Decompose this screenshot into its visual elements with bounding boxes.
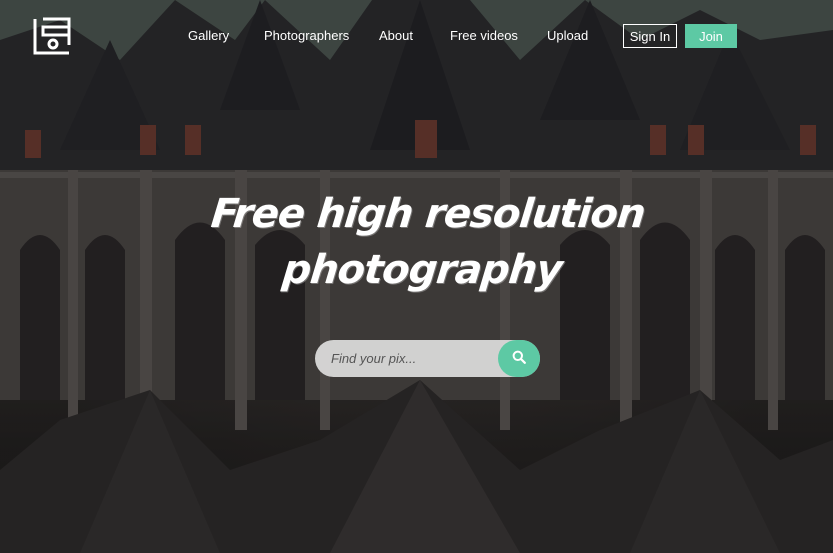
hero-headline-line-1: Free high resolution (208, 191, 647, 237)
site-header: Gallery Photographers About Free videos … (0, 0, 833, 72)
search-icon (512, 350, 526, 367)
sign-in-button[interactable]: Sign In (623, 24, 677, 48)
nav-gallery-link[interactable]: Gallery (188, 28, 229, 43)
hero-headline: Free high resolution photography (194, 186, 656, 298)
search-button[interactable] (498, 340, 540, 377)
nav-free-videos-link[interactable]: Free videos (450, 28, 518, 43)
join-button[interactable]: Join (685, 24, 737, 48)
nav-photographers-link[interactable]: Photographers (264, 28, 349, 43)
nav-about-link[interactable]: About (379, 28, 413, 43)
hero-headline-line-2: photography (280, 247, 564, 293)
nav-upload-link[interactable]: Upload (547, 28, 588, 43)
photo-stack-logo-icon[interactable] (33, 17, 71, 55)
